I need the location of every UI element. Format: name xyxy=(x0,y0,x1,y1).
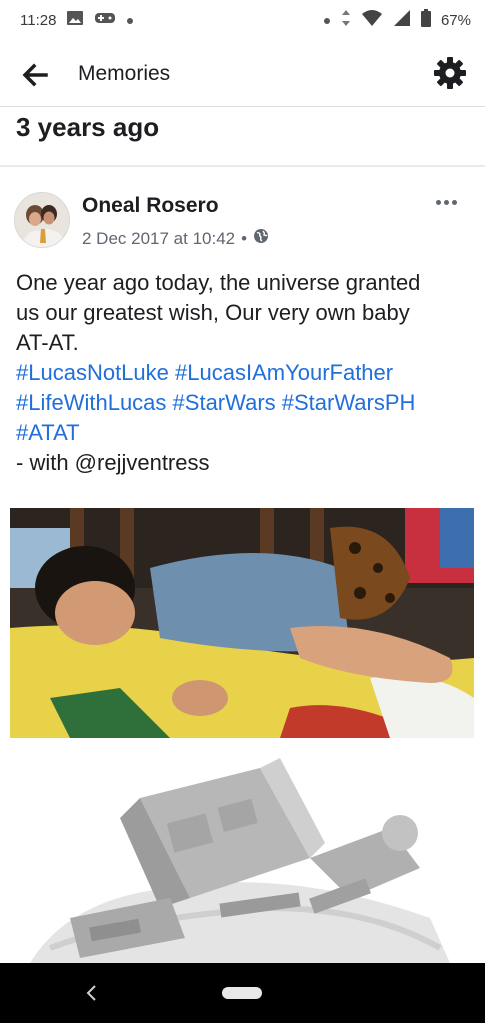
hashtag-line: #ATAT xyxy=(16,418,476,448)
battery-icon xyxy=(420,9,431,31)
battery-percent: 67% xyxy=(440,11,471,29)
more-options-button[interactable] xyxy=(431,192,461,212)
more-dot xyxy=(451,199,457,205)
nav-back-button[interactable] xyxy=(82,983,102,1003)
post-meta: 2 Dec 2017 at 10:42 • xyxy=(82,228,269,249)
post-text-line: us our greatest wish, Our very own baby xyxy=(16,300,410,325)
hashtag-link[interactable]: #StarWarsPH xyxy=(282,390,416,415)
meta-separator: • xyxy=(241,228,248,248)
more-dot xyxy=(443,199,449,205)
back-button[interactable] xyxy=(20,60,50,90)
system-nav-bar xyxy=(0,963,485,1023)
page-title: Memories xyxy=(78,62,171,85)
status-bar: 11:28 67% xyxy=(0,0,485,40)
hashtag-line: #LifeWithLucas #StarWars #StarWarsPH xyxy=(16,388,476,418)
back-arrow-icon xyxy=(22,63,48,87)
post-text-line: One year ago today, the universe granted xyxy=(16,270,421,295)
status-right: 67% xyxy=(323,9,471,31)
data-arrows-icon xyxy=(341,9,351,31)
author-name[interactable]: Oneal Rosero xyxy=(82,194,219,218)
chevron-left-icon xyxy=(86,985,96,1001)
divider xyxy=(0,165,485,167)
signal-icon xyxy=(393,9,411,31)
nav-home-pill[interactable] xyxy=(222,987,262,999)
atat-model-image xyxy=(10,748,474,963)
dot-icon xyxy=(323,12,331,29)
hashtag-link[interactable]: #ATAT xyxy=(16,420,80,445)
post-photo-atat[interactable] xyxy=(10,748,474,963)
image-icon xyxy=(66,10,84,30)
hashtag-link[interactable]: #LifeWithLucas xyxy=(16,390,166,415)
baby-photo-image xyxy=(10,508,474,738)
gear-icon xyxy=(434,57,466,89)
avatar-photo xyxy=(15,193,69,247)
tagged-with-text[interactable]: - with @rejjventress xyxy=(16,448,476,478)
hashtag-link[interactable]: #LucasNotLuke xyxy=(16,360,169,385)
section-heading: 3 years ago xyxy=(16,112,160,142)
hashtag-link[interactable]: #LucasIAmYourFather xyxy=(175,360,393,385)
status-left: 11:28 xyxy=(20,10,134,30)
hashtag-line: #LucasNotLuke #LucasIAmYourFather xyxy=(16,358,476,388)
globe-icon xyxy=(253,228,269,249)
controller-icon xyxy=(94,10,116,30)
avatar[interactable] xyxy=(14,192,70,248)
dot-icon xyxy=(126,12,134,29)
post-photo-baby[interactable] xyxy=(10,508,474,738)
settings-button[interactable] xyxy=(433,56,467,90)
status-time: 11:28 xyxy=(20,11,57,29)
wifi-icon xyxy=(361,9,383,31)
post-text-line: AT-AT. xyxy=(16,330,79,355)
post-text: One year ago today, the universe granted… xyxy=(16,268,476,478)
hashtag-link[interactable]: #StarWars xyxy=(173,390,276,415)
more-dot xyxy=(435,199,441,205)
post-timestamp[interactable]: 2 Dec 2017 at 10:42 xyxy=(82,229,235,249)
app-bar: Memories xyxy=(0,40,485,107)
